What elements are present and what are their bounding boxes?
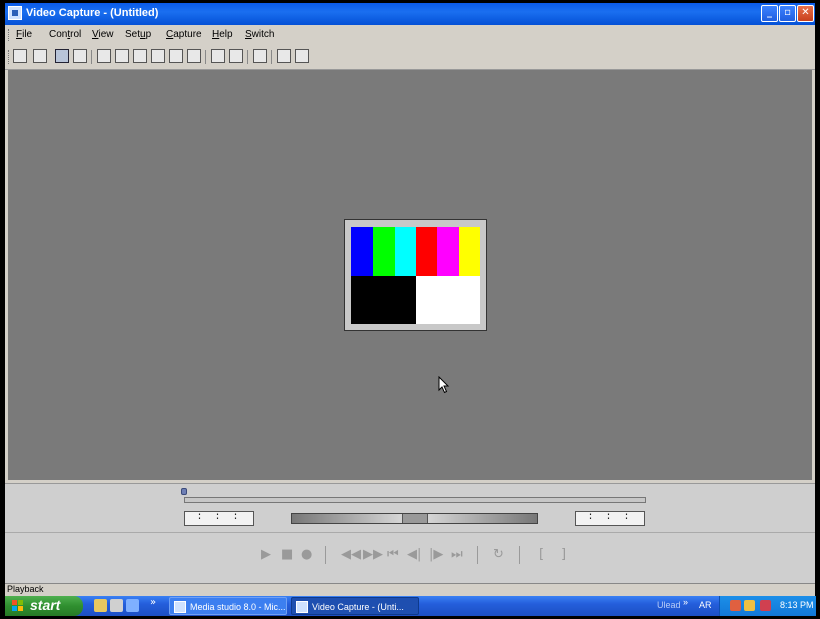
transport-separator	[325, 546, 326, 564]
timeline-bar[interactable]	[184, 497, 646, 503]
mb-icon[interactable]	[187, 49, 201, 63]
app-window: Video Capture - (Untitled) _ ▫ ✕ File Co…	[5, 3, 815, 596]
toolbar-separator	[271, 50, 272, 64]
capture-image-icon[interactable]	[73, 49, 87, 63]
toolbar-separator	[247, 50, 248, 64]
taskbar: start » Media studio 8.0 - Mic... Video …	[5, 596, 816, 616]
menu-control[interactable]: Control	[49, 29, 81, 40]
task-video-capture[interactable]: Video Capture - (Unti...	[291, 597, 419, 615]
menu-file[interactable]: File	[16, 29, 32, 40]
repeat-icon[interactable]: ↻	[493, 547, 504, 563]
ulead-toolbar-label[interactable]: Ulead	[657, 600, 681, 610]
audio-source-icon[interactable]	[229, 49, 243, 63]
record-icon[interactable]: ●	[301, 547, 312, 563]
play-icon[interactable]: ▶	[261, 547, 271, 563]
checkbox-icon[interactable]	[97, 49, 111, 63]
color-bar	[437, 227, 459, 276]
menu-capture[interactable]: Capture	[166, 29, 202, 40]
quicklaunch-camera-icon[interactable]	[110, 599, 123, 612]
task-label: Video Capture - (Unti...	[312, 602, 404, 612]
video-preview[interactable]	[8, 70, 812, 480]
quicklaunch-explorer-icon[interactable]	[126, 599, 139, 612]
timeline-scrubber-handle[interactable]	[181, 488, 187, 495]
transport-separator	[477, 546, 478, 564]
next-frame-icon[interactable]: |▶	[429, 547, 443, 563]
menu-help[interactable]: Help	[212, 29, 233, 40]
network-icon[interactable]	[730, 600, 741, 611]
title-bar[interactable]: Video Capture - (Untitled) _ ▫ ✕	[5, 3, 815, 25]
color-bar	[416, 227, 437, 276]
security-icon[interactable]	[760, 600, 771, 611]
media-studio-icon	[174, 601, 186, 613]
capture-video-icon[interactable]	[55, 49, 69, 63]
toolbar-grip[interactable]	[8, 50, 11, 64]
restore-icon: ▫	[784, 7, 791, 18]
preview-icon[interactable]	[277, 49, 291, 63]
status-text: Playback	[7, 584, 44, 594]
video-source-icon[interactable]	[211, 49, 225, 63]
maximize-button[interactable]: ▫	[779, 5, 796, 22]
rewind-icon[interactable]: ◀◀	[341, 547, 361, 563]
fast-forward-icon[interactable]: ▶▶	[363, 547, 383, 563]
task-label: Media studio 8.0 - Mic...	[190, 602, 286, 612]
device-icon[interactable]	[115, 49, 129, 63]
go-to-start-icon[interactable]: ⏮	[387, 547, 399, 563]
app-icon[interactable]	[8, 6, 22, 20]
volume-icon[interactable]	[744, 600, 755, 611]
open-icon[interactable]	[13, 49, 27, 63]
film-strip-icon[interactable]	[253, 49, 267, 63]
color-bar	[351, 227, 373, 276]
monitor-icon[interactable]	[133, 49, 147, 63]
task-media-studio[interactable]: Media studio 8.0 - Mic...	[169, 597, 287, 615]
start-label: start	[30, 597, 61, 613]
window-title: Video Capture - (Untitled)	[26, 7, 159, 19]
menu-view[interactable]: View	[92, 29, 114, 40]
save-icon[interactable]	[33, 49, 47, 63]
color-bar	[459, 227, 480, 276]
color-bars-test-pattern	[344, 219, 487, 331]
controls-divider	[5, 532, 815, 533]
menu-bar: File Control View Setup Capture Help Swi…	[5, 25, 815, 45]
menu-grip[interactable]	[8, 29, 11, 41]
video-capture-icon	[296, 601, 308, 613]
pen-icon[interactable]	[169, 49, 183, 63]
menu-switch[interactable]: Switch	[245, 29, 274, 40]
tray-chevron-icon[interactable]: »	[683, 597, 688, 607]
shuttle-knob[interactable]	[402, 514, 428, 523]
mouse-pointer-icon	[438, 376, 450, 394]
previous-frame-icon[interactable]: ◀|	[407, 547, 421, 563]
start-timecode-field[interactable]: : : :	[184, 511, 254, 526]
status-bar: Playback	[5, 583, 815, 596]
color-block	[416, 276, 480, 324]
settings-icon[interactable]	[151, 49, 165, 63]
toolbar-separator	[91, 50, 92, 64]
system-tray: 8:13 PM	[719, 596, 816, 616]
playback-controls-panel: : : : : : : ▶ ■ ● ◀◀ ▶▶ ⏮ ◀| |▶ ⏭ ↻ [ ]	[5, 483, 815, 584]
close-icon: ✕	[801, 7, 810, 18]
quicklaunch-chevron-icon[interactable]: »	[150, 597, 156, 608]
end-timecode-field[interactable]: : : :	[575, 511, 645, 526]
close-button[interactable]: ✕	[797, 5, 814, 22]
language-indicator[interactable]: AR	[699, 600, 712, 610]
color-bar	[395, 227, 416, 276]
quicklaunch-media-icon[interactable]	[94, 599, 107, 612]
color-bar	[373, 227, 395, 276]
go-to-end-icon[interactable]: ⏭	[451, 547, 463, 563]
properties-icon[interactable]	[295, 49, 309, 63]
transport-separator	[519, 546, 520, 564]
windows-flag-icon	[12, 600, 23, 611]
mark-out-icon[interactable]: ]	[561, 547, 566, 563]
shuttle-slider[interactable]	[291, 513, 538, 524]
clock: 8:13 PM	[780, 600, 814, 610]
minimize-icon: _	[767, 7, 772, 18]
toolbar	[5, 45, 815, 70]
toolbar-separator	[205, 50, 206, 64]
minimize-button[interactable]: _	[761, 5, 778, 22]
mark-in-icon[interactable]: [	[539, 547, 544, 563]
color-block	[351, 276, 416, 324]
menu-setup[interactable]: Setup	[125, 29, 151, 40]
start-button[interactable]: start	[5, 596, 83, 616]
stop-icon[interactable]: ■	[281, 547, 293, 563]
